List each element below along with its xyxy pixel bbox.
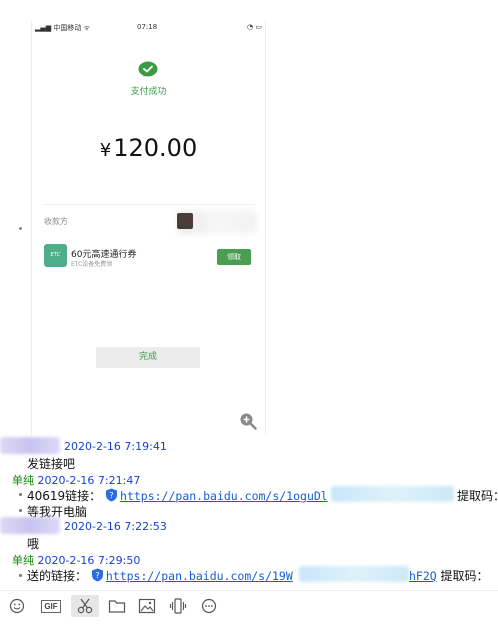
claim-coupon-button[interactable]: 领取	[217, 249, 251, 265]
zoom-in-icon[interactable]	[239, 412, 257, 430]
message-header: 2020-2-16 7:19:41	[64, 440, 167, 453]
message-header: 单纯 2020-2-16 7:29:50	[12, 552, 140, 568]
status-time: 07:18	[137, 23, 158, 31]
currency-symbol: ¥	[99, 140, 112, 161]
message-text: 哦	[27, 537, 40, 551]
status-bar: ▂▄▆ 中国移动 ᯤ 07:18 ◔ ▭	[32, 23, 265, 33]
shake-icon[interactable]	[166, 595, 190, 617]
message-text: 发链接吧	[27, 457, 76, 471]
message-header: 2020-2-16 7:22:53	[64, 520, 167, 533]
baidu-pan-link[interactable]: https://pan.baidu.com/s/19W	[106, 569, 293, 583]
coupon-card: ETC 60元高速通行券 ETC设备免费领 领取	[42, 238, 255, 278]
message-timestamp: 2020-2-16 7:22:53	[64, 520, 167, 533]
extraction-code-label: 提取码：	[440, 569, 489, 583]
list-bullet	[19, 574, 22, 577]
payee-avatar	[177, 213, 193, 229]
message-text: 送的链接： ? https://pan.baidu.com/s/19W	[27, 567, 293, 584]
more-icon[interactable]	[197, 595, 221, 617]
sender-name-redacted	[0, 517, 60, 534]
link-prefix: 送的链接：	[27, 569, 88, 583]
message-timestamp: 2020-2-16 7:21:47	[37, 474, 141, 487]
svg-text:?: ?	[109, 491, 113, 500]
etc-logo: ETC	[44, 244, 67, 267]
baidu-pan-link[interactable]: https://pan.baidu.com/s/1oguDl	[120, 489, 328, 503]
payee-label: 收款方	[44, 217, 68, 226]
list-bullet	[19, 493, 22, 496]
message-timestamp: 2020-2-16 7:19:41	[64, 440, 167, 453]
divider	[42, 204, 255, 205]
message-header: 单纯 2020-2-16 7:21:47	[12, 472, 140, 488]
list-bullet	[19, 227, 22, 230]
gif-icon[interactable]: GIF	[37, 595, 65, 617]
payment-amount: ¥120.00	[32, 134, 265, 162]
gif-label: GIF	[41, 599, 61, 613]
message-timestamp: 2020-2-16 7:29:50	[37, 554, 141, 567]
link-prefix: 40619链接：	[27, 489, 102, 503]
done-button[interactable]: 完成	[96, 347, 200, 368]
payment-screenshot[interactable]: ▂▄▆ 中国移动 ᯤ 07:18 ◔ ▭ 支付成功 ¥120.00 收款方 ET…	[31, 20, 266, 435]
message-text: hF2Q 提取码：	[409, 567, 489, 584]
scissors-icon[interactable]	[71, 595, 99, 617]
link-redacted	[299, 566, 409, 582]
amount-value: 120.00	[113, 134, 198, 162]
security-shield-icon: ?	[91, 568, 103, 582]
link-redacted	[331, 486, 454, 502]
security-shield-icon: ?	[106, 488, 118, 502]
sender-name-redacted	[0, 437, 60, 454]
image-icon[interactable]	[135, 595, 159, 617]
message-text: 40619链接： ? https://pan.baidu.com/s/1oguD…	[27, 487, 328, 504]
wechat-pay-success-icon	[138, 61, 158, 77]
baidu-pan-link-tail[interactable]: hF2Q	[409, 569, 437, 583]
battery-icon: ◔ ▭	[247, 23, 262, 31]
coupon-subtitle: ETC设备免费领	[71, 261, 113, 268]
emoji-icon[interactable]	[5, 595, 29, 617]
carrier-label: ▂▄▆ 中国移动 ᯤ	[35, 24, 90, 32]
list-bullet	[19, 509, 22, 512]
extraction-code-label: 提取码：	[457, 489, 498, 503]
payment-status-text: 支付成功	[130, 87, 167, 97]
input-toolbar: GIF	[0, 590, 498, 621]
sender-name: 单纯	[12, 474, 34, 487]
svg-text:?: ?	[95, 571, 99, 580]
folder-icon[interactable]	[105, 595, 129, 617]
sender-name: 单纯	[12, 554, 34, 567]
